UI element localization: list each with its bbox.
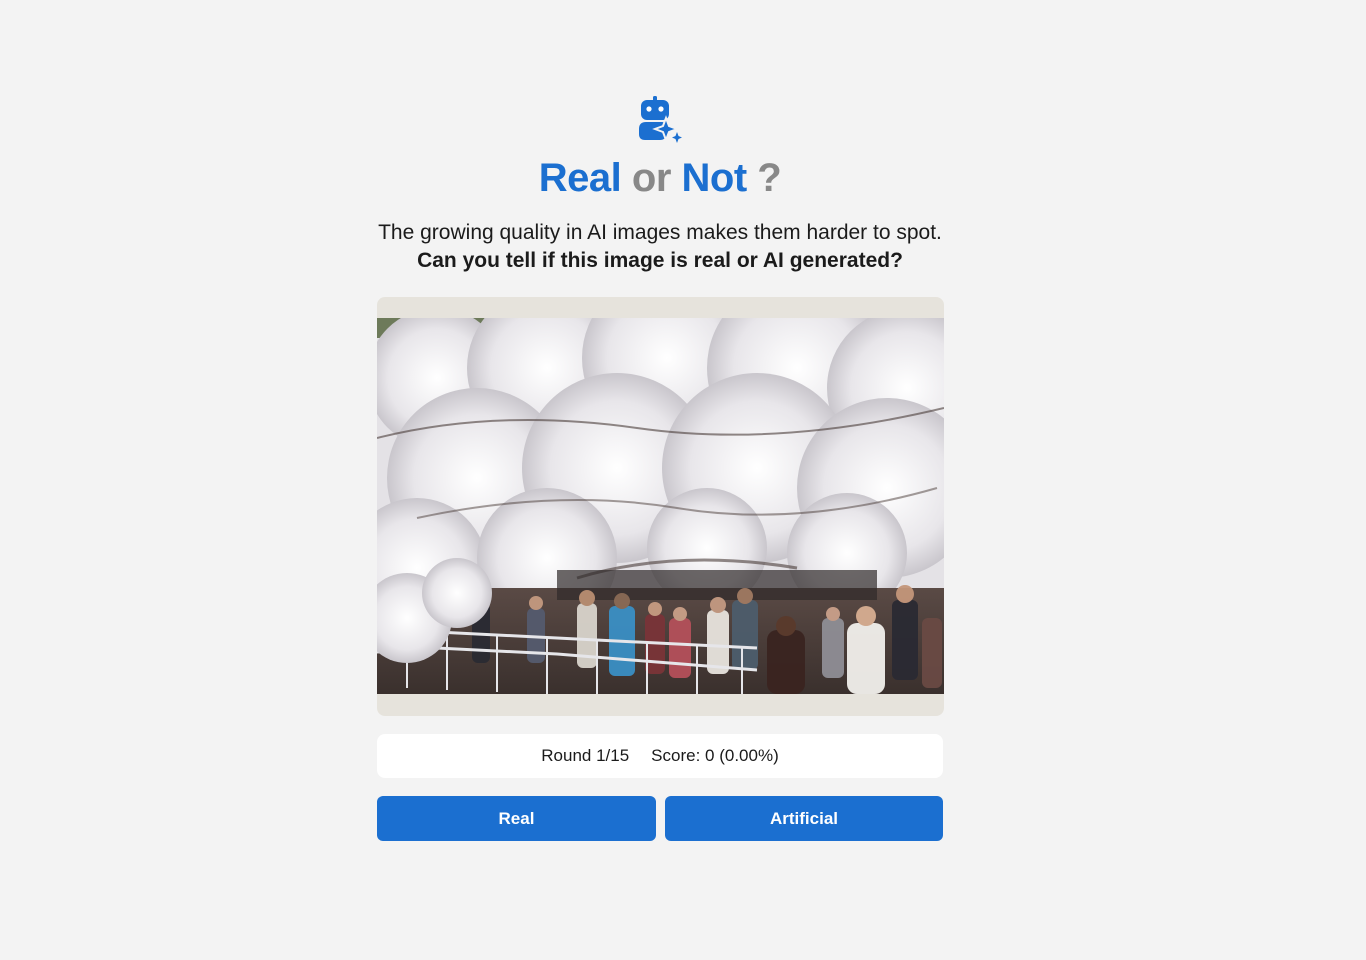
intro-question: Can you tell if this image is real or AI… bbox=[417, 249, 903, 272]
score-status-bar: Round 1/15 Score: 0 (0.00%) bbox=[377, 734, 943, 778]
robot-sparkle-icon bbox=[639, 96, 682, 143]
title-question-mark: ? bbox=[757, 156, 782, 200]
title-not: Not bbox=[681, 156, 748, 200]
real-button[interactable]: Real bbox=[377, 796, 656, 841]
score-display: Score: 0 (0.00%) bbox=[651, 746, 779, 765]
intro-line: The growing quality in AI images makes t… bbox=[378, 221, 942, 244]
title-real: Real bbox=[538, 156, 622, 200]
artificial-button[interactable]: Artificial bbox=[665, 796, 943, 841]
page: Real or Not ? The growing quality in AI … bbox=[0, 0, 1366, 960]
challenge-photo bbox=[377, 318, 944, 694]
intro-text: The growing quality in AI images makes t… bbox=[340, 219, 980, 275]
title-or: or bbox=[631, 156, 672, 200]
image-frame bbox=[377, 297, 944, 716]
round-counter: Round 1/15 bbox=[541, 746, 630, 765]
page-title: Real or Not ? bbox=[0, 152, 1320, 204]
